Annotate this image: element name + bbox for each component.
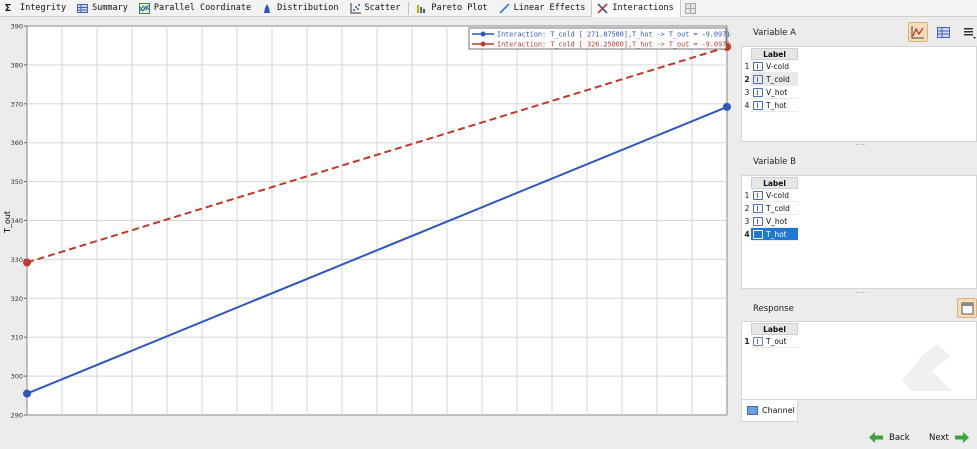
menu-button[interactable]	[959, 22, 977, 42]
data-point	[23, 258, 31, 267]
distribution-icon	[262, 3, 274, 14]
tab-label: Interactions	[612, 3, 674, 13]
y-tick-label: 290	[11, 412, 23, 420]
tab-channel[interactable]: Channel	[741, 400, 798, 422]
y-tick-label: 300	[11, 373, 23, 381]
y-tick-label: 310	[11, 334, 23, 342]
variable-icon	[753, 230, 763, 239]
list-item[interactable]: 1 V-cold	[742, 60, 802, 73]
arrow-right-icon	[954, 432, 969, 443]
data-point	[723, 102, 731, 111]
channel-icon	[747, 406, 758, 415]
list-item[interactable]: 4 T_hot	[742, 228, 802, 241]
y-tick-label: 370	[11, 100, 23, 108]
panel-icon	[961, 302, 973, 314]
variable-b-header: Label	[751, 177, 798, 189]
scatter-icon	[350, 2, 361, 14]
legend-marker-1	[480, 31, 486, 37]
y-tick-label: 340	[11, 217, 23, 225]
data-point	[23, 389, 31, 398]
list-item[interactable]: 3 V_hot	[742, 215, 802, 228]
grid-icon	[684, 2, 696, 14]
tab-integrity[interactable]: Σ Integrity	[0, 0, 72, 17]
response-icon	[753, 337, 763, 346]
interactions-icon	[597, 2, 608, 14]
y-axis-label: T_out	[3, 211, 12, 234]
variable-icon	[753, 204, 763, 213]
legend-entry-1: Interaction: T_cold [ 271.87500],T_hot -…	[497, 31, 731, 39]
curve-chart-icon	[911, 26, 924, 39]
tab-label: Scatter	[364, 3, 401, 13]
tab-label: Parallel Coordinate	[153, 3, 252, 13]
variable-icon	[753, 62, 763, 71]
linear-effects-icon	[499, 2, 510, 14]
variable-b-title: Variable B	[753, 157, 796, 167]
watermark-icon	[902, 344, 952, 391]
interaction-plot[interactable]: 290 300 310 320 330 340 350 360 370 380 390 T_out …	[0, 17, 731, 425]
table-icon	[77, 3, 89, 14]
sigma-icon: Σ	[5, 2, 12, 14]
y-tick-label: 320	[11, 295, 23, 303]
tab-scatter[interactable]: Scatter	[345, 0, 407, 17]
y-tick-label: 380	[11, 61, 23, 69]
back-button[interactable]: Back	[869, 432, 910, 443]
y-tick-label: 330	[11, 256, 23, 264]
variable-icon	[753, 75, 763, 84]
tab-extra[interactable]	[681, 0, 704, 17]
tab-bar: Σ Integrity Summary Parallel Coordinate …	[0, 0, 977, 17]
parallel-chart-icon	[138, 2, 150, 14]
tab-parallel-coordinate[interactable]: Parallel Coordinate	[134, 0, 257, 17]
variable-icon	[753, 217, 763, 226]
response-view-button[interactable]	[957, 298, 977, 318]
y-tick-label: 350	[11, 178, 23, 186]
list-item[interactable]: 2 T_cold	[742, 73, 802, 86]
menu-icon	[964, 28, 976, 39]
variable-a-list: Label 1 V-cold 2 T_cold 3 V_hot 4 T_hot	[741, 46, 977, 142]
variable-icon	[753, 191, 763, 200]
variable-b-list: Label 1 V-cold 2 T_cold 3 V_hot 4 T_hot	[741, 175, 977, 289]
tab-label: Linear Effects	[513, 3, 586, 13]
variable-a-title: Variable A	[753, 28, 796, 38]
table-view-button[interactable]	[933, 22, 953, 42]
list-item[interactable]: 1 V-cold	[742, 189, 802, 202]
splitter-handle[interactable]	[856, 292, 866, 294]
tab-pareto-plot[interactable]: Pareto Plot	[411, 0, 493, 17]
legend-marker-2	[480, 41, 486, 47]
splitter-handle[interactable]	[856, 144, 866, 146]
tab-label: Distribution	[277, 3, 339, 13]
table-icon	[936, 26, 950, 38]
arrow-left-icon	[869, 432, 883, 443]
chart-type-button[interactable]	[908, 22, 928, 42]
y-tick-label: 360	[11, 139, 23, 147]
tab-distribution[interactable]: Distribution	[257, 0, 344, 17]
variable-icon	[753, 101, 763, 110]
pareto-icon	[416, 3, 427, 14]
tab-linear-effects[interactable]: Linear Effects	[494, 0, 592, 17]
list-item[interactable]: 3 V_hot	[742, 86, 802, 99]
response-title: Response	[753, 304, 794, 314]
y-tick-label: 390	[11, 23, 23, 31]
legend: Interaction: T_cold [ 271.87500],T_hot -…	[468, 27, 731, 50]
interaction-chart[interactable]: 290300310320330340350360370380390 T_out …	[0, 17, 731, 425]
next-button[interactable]: Next	[929, 432, 969, 443]
legend-entry-2: Interaction: T_cold [ 326.25000],T_hot -…	[497, 41, 731, 49]
variable-icon	[753, 88, 763, 97]
response-header: Label	[751, 323, 798, 335]
response-list: Label 1 T_out	[741, 321, 977, 400]
list-item[interactable]: 4 T_hot	[742, 99, 802, 112]
side-panel: Variable A Label 1 V-cold 2 T_cold 3 V_hot …	[741, 17, 977, 425]
tab-label: Pareto Plot	[431, 3, 488, 13]
tab-separator	[408, 1, 410, 15]
tab-summary[interactable]: Summary	[72, 0, 134, 17]
list-item[interactable]: 1 T_out	[742, 335, 802, 348]
y-axis-ticks: 290 300 310 320 330 340 350 360 370 380 390	[11, 23, 27, 420]
variable-a-header: Label	[751, 48, 798, 60]
tab-label: Summary	[92, 3, 128, 13]
tab-label: Integrity	[20, 3, 67, 13]
tab-interactions[interactable]: Interactions	[591, 0, 681, 17]
list-item[interactable]: 2 T_cold	[742, 202, 802, 215]
